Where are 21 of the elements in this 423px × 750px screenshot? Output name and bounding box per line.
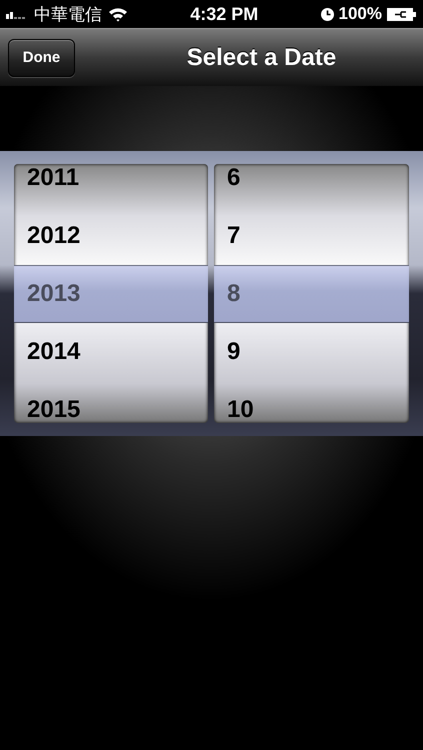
signal-icon <box>6 9 28 19</box>
clock-icon <box>320 8 334 20</box>
picker-option[interactable]: 2011 <box>14 164 208 207</box>
battery-percent: 100% <box>338 4 382 24</box>
carrier-name: 中華電信 <box>34 4 102 26</box>
done-button[interactable]: Done <box>8 38 75 76</box>
battery-icon <box>386 8 417 20</box>
picker-option[interactable]: 9 <box>214 323 409 381</box>
picker-option[interactable]: 6 <box>214 164 409 207</box>
picker-option[interactable]: 2012 <box>14 207 208 265</box>
nav-title: Select a Date <box>186 44 338 72</box>
picker-wheel[interactable]: 2011 2012 2013 2014 2015 <box>14 164 208 423</box>
picker-option[interactable]: 8 <box>214 265 409 323</box>
picker-option[interactable]: 2013 <box>14 265 208 323</box>
wifi-icon <box>108 6 128 22</box>
picker-wheel[interactable]: 6 7 8 9 10 <box>214 164 409 423</box>
picker-option[interactable]: 2015 <box>14 381 208 423</box>
picker-option[interactable]: 2014 <box>14 323 208 381</box>
picker-option[interactable]: 10 <box>214 381 409 423</box>
status-time: 4:32 PM <box>190 4 258 24</box>
picker-option[interactable]: 7 <box>214 207 409 265</box>
